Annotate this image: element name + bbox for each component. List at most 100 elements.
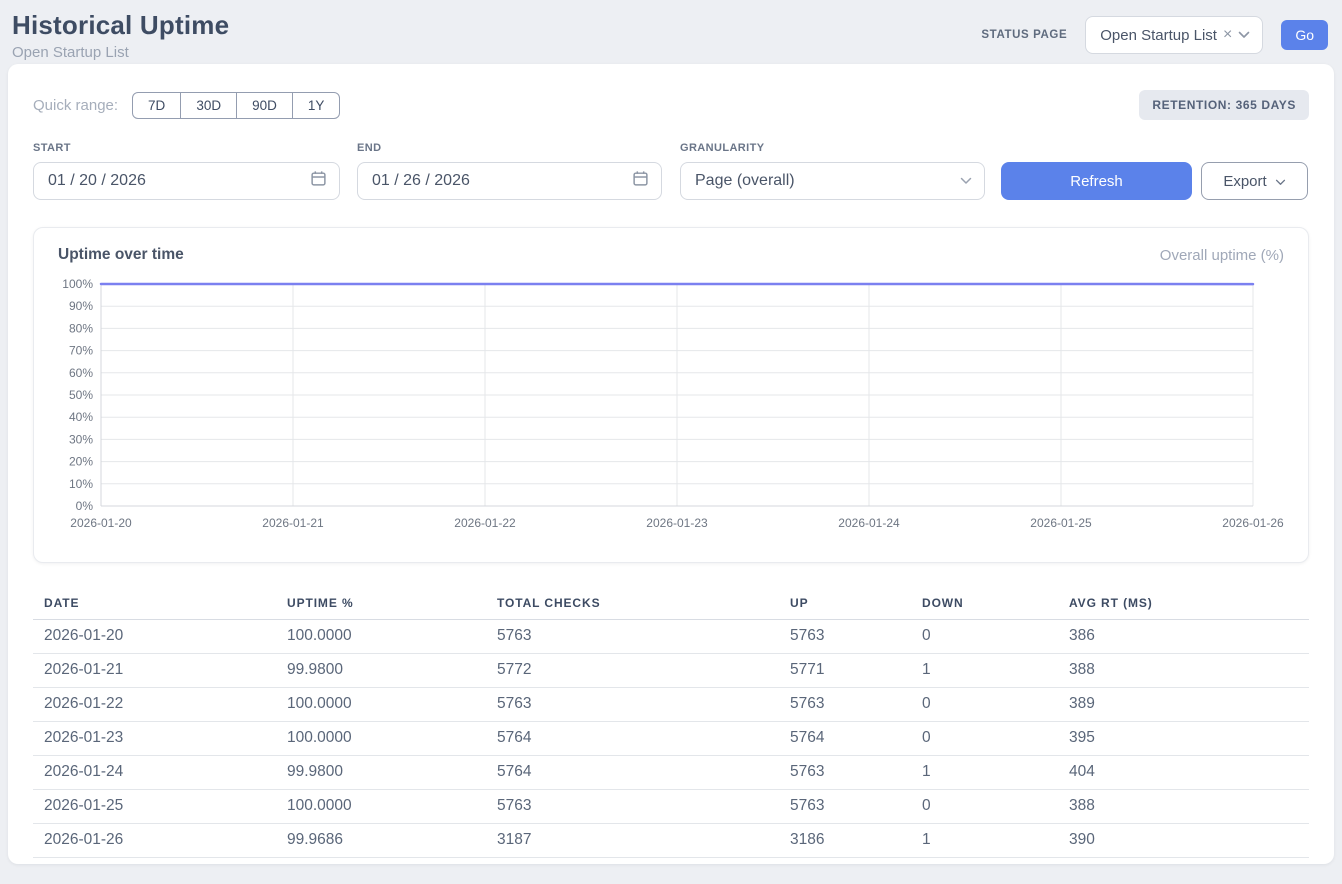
table-row: 2026-01-22100.0000576357630389 — [33, 688, 1309, 722]
table-cell: 2026-01-23 — [33, 722, 276, 756]
start-date-value: 01 / 20 / 2026 — [48, 172, 146, 190]
table-cell: 390 — [1058, 824, 1309, 858]
column-header: TOTAL CHECKS — [486, 588, 779, 620]
granularity-select[interactable]: Page (overall) — [680, 162, 985, 200]
calendar-icon[interactable] — [632, 170, 649, 192]
quick-range-group: 7D30D90D1Y — [132, 92, 340, 119]
granularity-label: GRANULARITY — [680, 142, 985, 154]
title-block: Historical Uptime Open Startup List — [12, 10, 229, 61]
calendar-icon[interactable] — [310, 170, 327, 192]
refresh-button[interactable]: Refresh — [1001, 162, 1192, 200]
svg-text:80%: 80% — [69, 321, 93, 335]
status-page-select[interactable]: Open Startup List × — [1085, 16, 1263, 54]
quick-range-row: Quick range: 7D30D90D1Y RETENTION: 365 D… — [33, 90, 1309, 120]
svg-text:0%: 0% — [76, 499, 94, 513]
table-cell: 5764 — [779, 722, 911, 756]
table-cell: 5763 — [779, 790, 911, 824]
svg-text:2026-01-20: 2026-01-20 — [70, 516, 132, 530]
svg-text:2026-01-26: 2026-01-26 — [1222, 516, 1284, 530]
page-subtitle: Open Startup List — [12, 44, 229, 61]
table-cell: 389 — [1058, 688, 1309, 722]
table-cell: 2026-01-22 — [33, 688, 276, 722]
table-cell: 0 — [911, 688, 1058, 722]
page-title: Historical Uptime — [12, 10, 229, 41]
chart-legend: Overall uptime (%) — [1160, 247, 1284, 264]
start-label: START — [33, 142, 340, 154]
end-label: END — [357, 142, 662, 154]
column-header: UP — [779, 588, 911, 620]
table-row: 2026-01-25100.0000576357630388 — [33, 790, 1309, 824]
table-cell: 99.9686 — [276, 824, 486, 858]
table-cell: 2026-01-26 — [33, 824, 276, 858]
svg-text:2026-01-23: 2026-01-23 — [646, 516, 708, 530]
table-cell: 5763 — [486, 620, 779, 654]
chevron-down-icon — [1275, 173, 1286, 190]
table-cell: 5764 — [486, 756, 779, 790]
table-cell: 404 — [1058, 756, 1309, 790]
chevron-down-icon — [960, 172, 972, 190]
table-cell: 99.9800 — [276, 756, 486, 790]
header-right: STATUS PAGE Open Startup List × Go — [981, 16, 1328, 54]
table-cell: 100.0000 — [276, 722, 486, 756]
table-cell: 5772 — [486, 654, 779, 688]
table-cell: 100.0000 — [276, 688, 486, 722]
table-cell: 2026-01-21 — [33, 654, 276, 688]
table-cell: 5771 — [779, 654, 911, 688]
svg-text:50%: 50% — [69, 388, 93, 402]
quick-range-label: Quick range: — [33, 97, 118, 114]
table-cell: 5763 — [486, 688, 779, 722]
svg-text:20%: 20% — [69, 455, 93, 469]
svg-text:60%: 60% — [69, 366, 93, 380]
granularity-value: Page (overall) — [695, 172, 795, 190]
table-cell: 5763 — [779, 756, 911, 790]
end-date-input[interactable]: 01 / 26 / 2026 — [357, 162, 662, 200]
table-cell: 100.0000 — [276, 790, 486, 824]
page-header: Historical Uptime Open Startup List STAT… — [0, 0, 1342, 64]
export-button-label: Export — [1223, 173, 1266, 190]
svg-text:40%: 40% — [69, 410, 93, 424]
table-cell: 5763 — [779, 688, 911, 722]
table-row: 2026-01-20100.0000576357630386 — [33, 620, 1309, 654]
quick-range-7d[interactable]: 7D — [132, 92, 181, 119]
column-header: UPTIME % — [276, 588, 486, 620]
table-cell: 99.9800 — [276, 654, 486, 688]
retention-badge: RETENTION: 365 DAYS — [1139, 90, 1309, 120]
uptime-chart-card: Uptime over time Overall uptime (%) 100%… — [33, 227, 1309, 563]
svg-text:10%: 10% — [69, 477, 93, 491]
svg-text:2026-01-25: 2026-01-25 — [1030, 516, 1092, 530]
column-header: DATE — [33, 588, 276, 620]
table-cell: 395 — [1058, 722, 1309, 756]
status-page-label: STATUS PAGE — [981, 29, 1067, 41]
table-body: 2026-01-20100.00005763576303862026-01-21… — [33, 620, 1309, 858]
filters-row: START 01 / 20 / 2026 END 01 / 26 / 2026 … — [33, 142, 1309, 200]
svg-text:2026-01-22: 2026-01-22 — [454, 516, 516, 530]
svg-text:2026-01-24: 2026-01-24 — [838, 516, 900, 530]
svg-text:30%: 30% — [69, 432, 93, 446]
uptime-line-chart: 100%90%80%70%60%50%40%30%20%10%0%2026-01… — [58, 274, 1285, 536]
chevron-down-icon — [1238, 26, 1250, 44]
quick-range-90d[interactable]: 90D — [236, 92, 293, 119]
table-cell: 1 — [911, 756, 1058, 790]
uptime-table: DATEUPTIME %TOTAL CHECKSUPDOWNAVG RT (MS… — [33, 588, 1309, 858]
svg-text:70%: 70% — [69, 344, 93, 358]
table-row: 2026-01-2499.9800576457631404 — [33, 756, 1309, 790]
start-date-input[interactable]: 01 / 20 / 2026 — [33, 162, 340, 200]
table-header-row: DATEUPTIME %TOTAL CHECKSUPDOWNAVG RT (MS… — [33, 588, 1309, 620]
table-cell: 3186 — [779, 824, 911, 858]
svg-text:90%: 90% — [69, 299, 93, 313]
table-cell: 1 — [911, 824, 1058, 858]
clear-selection-icon[interactable]: × — [1223, 27, 1232, 43]
table-row: 2026-01-23100.0000576457640395 — [33, 722, 1309, 756]
go-button[interactable]: Go — [1281, 20, 1328, 50]
export-button[interactable]: Export — [1201, 162, 1308, 200]
svg-text:2026-01-21: 2026-01-21 — [262, 516, 324, 530]
quick-range-30d[interactable]: 30D — [180, 92, 237, 119]
table-cell: 2026-01-20 — [33, 620, 276, 654]
column-header: AVG RT (MS) — [1058, 588, 1309, 620]
end-date-value: 01 / 26 / 2026 — [372, 172, 470, 190]
chart-title: Uptime over time — [58, 246, 184, 264]
table-cell: 2026-01-24 — [33, 756, 276, 790]
table-cell: 0 — [911, 790, 1058, 824]
status-page-value: Open Startup List — [1100, 27, 1217, 44]
quick-range-1y[interactable]: 1Y — [292, 92, 341, 119]
